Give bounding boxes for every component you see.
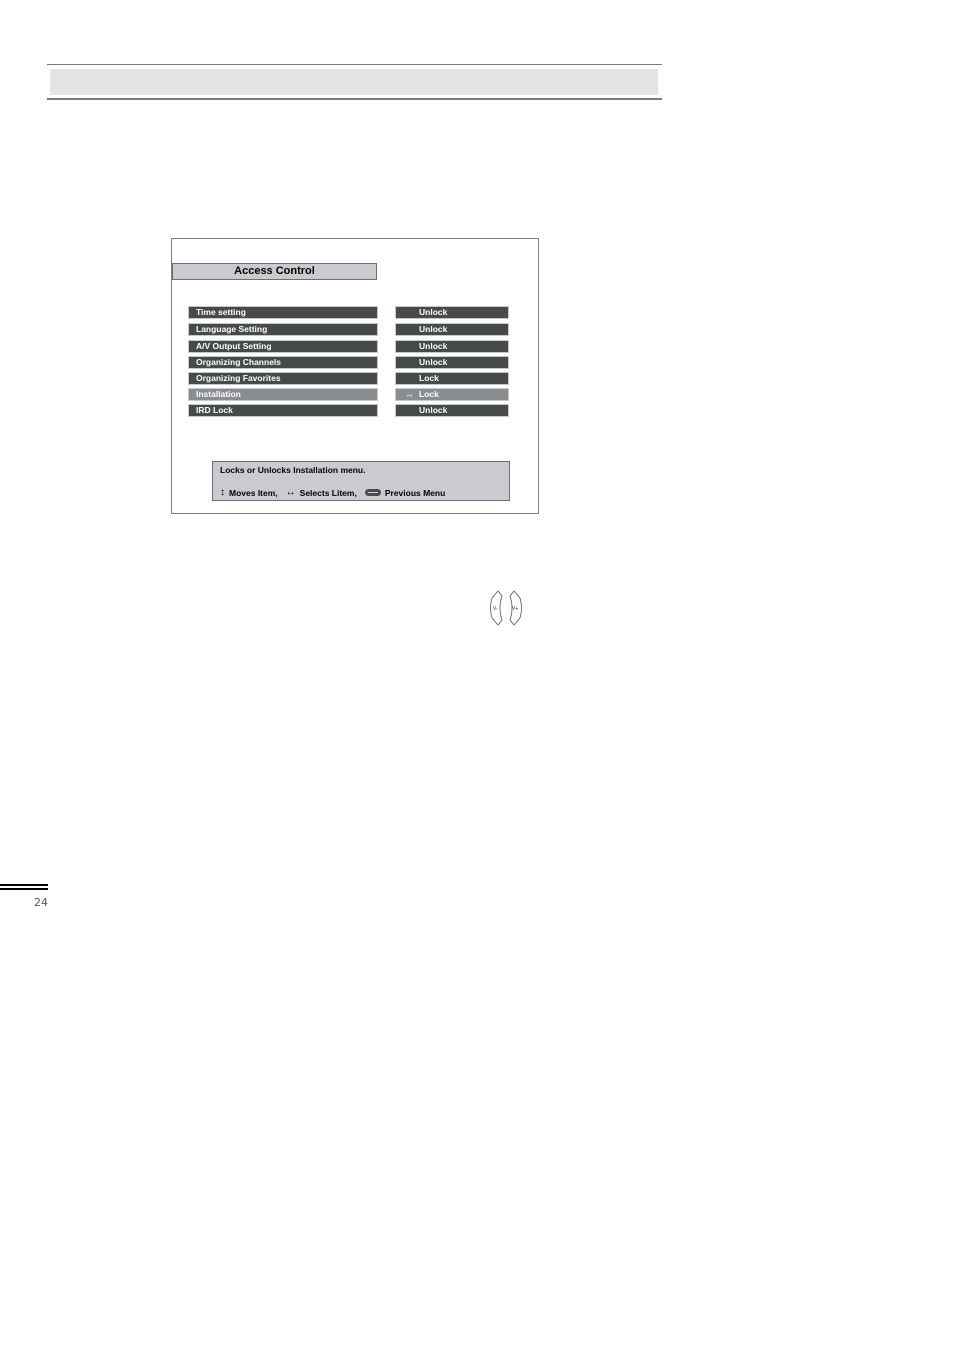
value-text: Unlock	[419, 405, 448, 415]
header-rule-bottom	[47, 98, 662, 100]
menu-item-organizing-channels[interactable]: Organizing Channels	[188, 356, 378, 369]
value-text: Unlock	[419, 341, 448, 351]
menu-item-installation[interactable]: Installation	[188, 388, 378, 401]
value-organizing-favorites[interactable]: Lock	[395, 372, 509, 385]
move-item-label: Moves Item,	[229, 487, 278, 498]
value-installation[interactable]: ↔ Lock	[395, 388, 509, 401]
up-down-arrow-icon: ↕	[220, 487, 225, 498]
access-control-screen: Access Control Time setting Language Set…	[171, 238, 539, 514]
value-av-output-setting[interactable]: Unlock	[395, 340, 509, 353]
value-ird-lock[interactable]: Unlock	[395, 404, 509, 417]
volume-up-button-icon: V+	[509, 590, 522, 626]
footer-rule	[0, 888, 48, 890]
page-number: 24	[34, 896, 48, 909]
value-organizing-channels[interactable]: Unlock	[395, 356, 509, 369]
help-key-legend: ↕ Moves Item, ↔ Selects Litem, Previous …	[220, 487, 445, 498]
value-text: Lock	[419, 373, 439, 383]
section-header-band	[50, 69, 658, 95]
menu-item-organizing-favorites[interactable]: Organizing Favorites	[188, 372, 378, 385]
menu-item-av-output-setting[interactable]: A/V Output Setting	[188, 340, 378, 353]
volume-buttons-illustration: V- V+	[490, 590, 522, 626]
left-right-arrow-icon: ↔	[405, 389, 414, 399]
help-description: Locks or Unlocks Installation menu.	[220, 465, 366, 475]
select-item-label: Selects Litem,	[299, 487, 357, 498]
left-right-arrow-icon: ↔	[285, 487, 296, 498]
value-text: Unlock	[419, 324, 448, 334]
value-text: Unlock	[419, 357, 448, 367]
osd-title: Access Control	[172, 263, 377, 280]
value-text: Lock	[419, 389, 439, 399]
footer-rule	[0, 884, 48, 886]
menu-button-icon	[364, 489, 381, 496]
volume-down-label: V-	[493, 606, 498, 612]
previous-menu-label: Previous Menu	[384, 487, 446, 498]
help-panel: Locks or Unlocks Installation menu. ↕ Mo…	[212, 461, 510, 501]
value-language-setting[interactable]: Unlock	[395, 323, 509, 336]
volume-down-button-icon: V-	[490, 590, 503, 626]
volume-up-label: V+	[512, 606, 518, 612]
menu-item-language-setting[interactable]: Language Setting	[188, 323, 378, 336]
value-text: Unlock	[419, 307, 448, 317]
menu-item-ird-lock[interactable]: IRD Lock	[188, 404, 378, 417]
header-rule-top	[47, 64, 662, 65]
menu-item-time-setting[interactable]: Time setting	[188, 306, 378, 319]
value-time-setting[interactable]: Unlock	[395, 306, 509, 319]
